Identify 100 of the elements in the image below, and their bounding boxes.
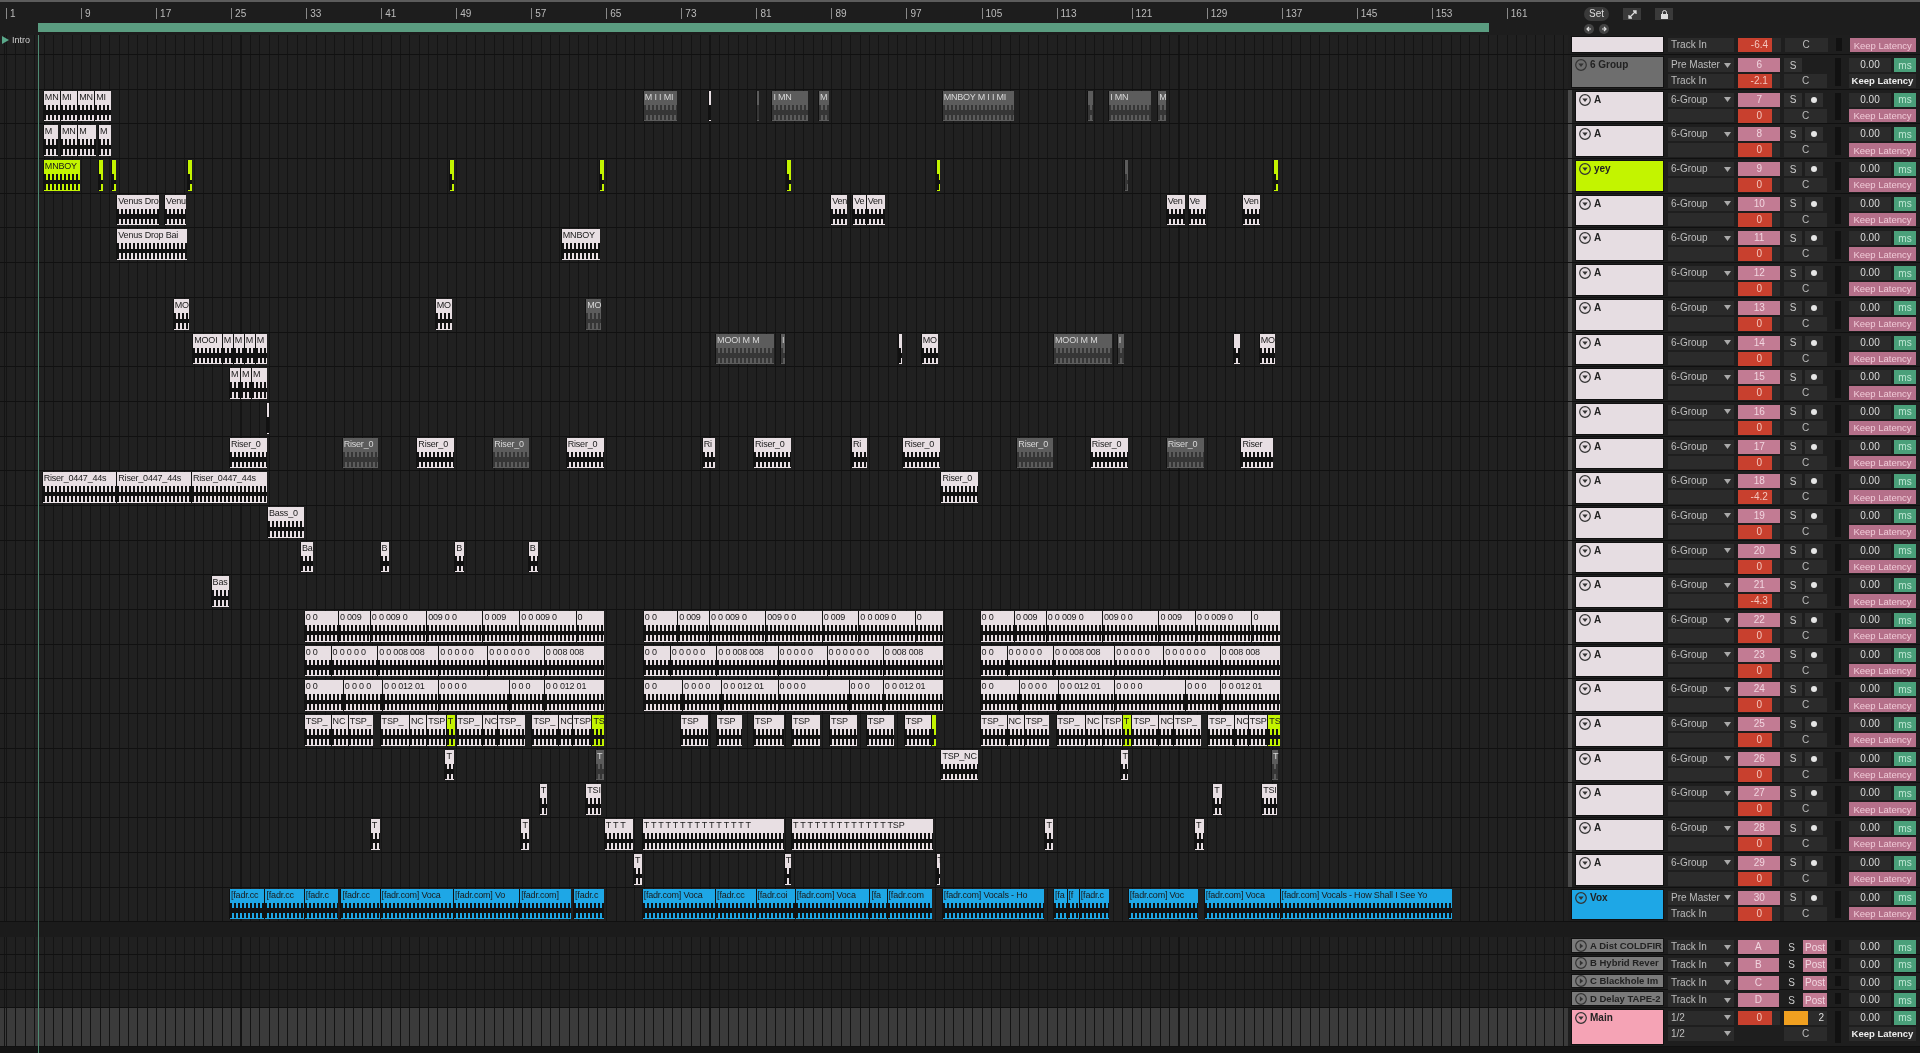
delay-field[interactable]: 0.00 [1849, 404, 1891, 419]
audio-clip[interactable]: I MN [1108, 90, 1151, 122]
track-header[interactable]: A [1575, 333, 1664, 366]
audio-clip[interactable]: 0 0 012 01 [382, 680, 439, 712]
audio-clip[interactable]: TSP [679, 715, 708, 746]
audio-clip[interactable]: MOOI M M [1053, 333, 1112, 365]
audio-clip[interactable]: TSP_ [347, 715, 374, 746]
solo-button[interactable]: S [1784, 543, 1803, 558]
pan-field[interactable]: C [1784, 247, 1827, 262]
audio-clip[interactable]: 0 [914, 611, 943, 642]
audio-clip[interactable]: [fadr.c [303, 888, 338, 920]
audio-clip[interactable]: 009 0 0 [426, 611, 483, 642]
track-header[interactable]: A [1575, 298, 1664, 331]
audio-clip[interactable]: M [221, 333, 233, 365]
audio-clip[interactable]: TSP_NC [940, 749, 979, 781]
routing-dropdown[interactable]: 6-Group [1668, 717, 1735, 732]
audio-clip[interactable]: TSP [1247, 715, 1268, 746]
delay-field[interactable]: 0.00 [1849, 1010, 1891, 1025]
audio-clip[interactable]: Ba [300, 541, 314, 573]
expand-icon[interactable] [1627, 9, 1637, 19]
audio-clip[interactable]: 009 0 0 [1102, 611, 1159, 642]
delay-field[interactable]: 0.00 [1849, 58, 1891, 72]
audio-clip[interactable]: Ven [1165, 194, 1186, 226]
pan-field[interactable]: C [1784, 143, 1827, 158]
audio-clip[interactable]: 0 0 009 0 [369, 611, 427, 642]
audio-clip[interactable]: 0 0 012 01 [1057, 680, 1115, 712]
pan-field[interactable]: C [1784, 282, 1827, 297]
audio-clip[interactable]: Venus Drop Bai [116, 229, 188, 261]
fold-right-icon[interactable] [1575, 992, 1587, 1005]
routing-dropdown[interactable]: Pre Master [1668, 890, 1735, 905]
audio-clip[interactable]: B [379, 541, 390, 573]
arm-button[interactable] [1805, 196, 1824, 211]
fold-down-icon[interactable] [1579, 93, 1591, 106]
audio-clip[interactable]: Riser_0 [228, 437, 267, 469]
audio-clip[interactable]: 0 0 009 0 [1045, 611, 1103, 642]
solo-button[interactable]: S [1784, 127, 1803, 142]
fold-down-icon[interactable] [1579, 232, 1591, 245]
fold-down-icon[interactable] [1579, 405, 1591, 418]
delay-field[interactable]: 0.00 [1849, 543, 1891, 558]
pan-field[interactable]: C [1784, 351, 1827, 366]
caret-icon[interactable] [1724, 444, 1732, 450]
audio-clip[interactable]: 0 0 [642, 611, 678, 642]
forward-arrow-icon[interactable] [1599, 24, 1609, 34]
audio-clip[interactable]: 0 0 0 0 0 0 [826, 645, 883, 677]
audio-clip[interactable]: Bass_0 [266, 506, 304, 538]
solo-button[interactable]: S [1784, 162, 1803, 177]
caret-icon[interactable] [1723, 962, 1731, 968]
pan-field[interactable]: C [1784, 733, 1827, 748]
routing-dropdown[interactable]: 1/2 [1668, 1010, 1735, 1025]
fold-down-icon[interactable] [1579, 197, 1591, 210]
caret-icon[interactable] [1724, 756, 1732, 762]
caret-icon[interactable] [1724, 305, 1732, 311]
empty-field[interactable] [1668, 178, 1735, 192]
audio-clip[interactable]: 0 [575, 611, 604, 642]
audio-clip[interactable]: [fadr.cc [340, 888, 380, 920]
audio-clip[interactable]: 0 0 012 01 [721, 680, 778, 712]
routing-dropdown[interactable]: 1/2 [1668, 1026, 1735, 1041]
caret-icon[interactable] [1724, 721, 1732, 727]
caret-icon[interactable] [1724, 166, 1732, 172]
solo-button[interactable]: S [1784, 404, 1803, 419]
pan-field[interactable]: C [1784, 490, 1827, 505]
caret-icon[interactable] [1724, 652, 1732, 658]
audio-clip[interactable]: TSP_ [1023, 715, 1050, 746]
audio-clip[interactable]: I [780, 333, 785, 365]
audio-clip[interactable] [1124, 160, 1128, 191]
track-header[interactable]: A Dist COLDFIR [1571, 938, 1664, 953]
solo-button[interactable]: S [1783, 957, 1800, 972]
solo-button[interactable]: S [1784, 300, 1803, 315]
routing-dropdown[interactable]: 6-Group [1668, 266, 1735, 281]
pan-field[interactable]: C [1784, 594, 1827, 609]
audio-clip[interactable]: 0 009 [677, 611, 709, 642]
solo-button[interactable]: S [1784, 821, 1803, 836]
pan-field[interactable]: C [1784, 698, 1827, 713]
empty-field[interactable] [1668, 733, 1735, 747]
empty-field[interactable] [1668, 663, 1735, 678]
audio-clip[interactable]: T [538, 784, 548, 816]
timeline-ruler[interactable]: 1 9 17 25 33 41 49 57 65 73 81 89 97 105 113 121 129 137 145 153 161 [0, 2, 1568, 35]
audio-clip[interactable]: 0 0 [979, 680, 1019, 712]
audio-clip[interactable]: M [77, 125, 96, 157]
audio-clip[interactable]: Riser_0 [1089, 437, 1128, 469]
caret-icon[interactable] [1724, 686, 1732, 692]
audio-clip[interactable]: [fadr.com] Vocals - Ho [941, 888, 1045, 920]
audio-clip[interactable]: 0 0 0 [1185, 680, 1220, 712]
audio-clip[interactable]: TSP [716, 715, 743, 746]
audio-clip[interactable]: Riser_0 [565, 437, 604, 469]
audio-clip[interactable] [1233, 333, 1241, 365]
caret-icon[interactable] [1724, 235, 1732, 241]
arm-button[interactable] [1805, 92, 1824, 107]
arm-button[interactable] [1805, 231, 1824, 246]
audio-clip[interactable]: M [97, 125, 112, 157]
empty-field[interactable] [1668, 559, 1735, 574]
fold-down-icon[interactable] [1579, 787, 1591, 800]
arm-button[interactable] [1805, 890, 1824, 905]
routing-field[interactable]: Track In [1668, 906, 1735, 921]
audio-clip[interactable] [935, 160, 941, 191]
caret-icon[interactable] [1724, 409, 1732, 415]
arm-button[interactable] [1805, 578, 1824, 593]
fold-down-icon[interactable] [1575, 891, 1587, 904]
empty-field[interactable] [1668, 351, 1735, 366]
audio-clip[interactable]: T [633, 853, 642, 885]
